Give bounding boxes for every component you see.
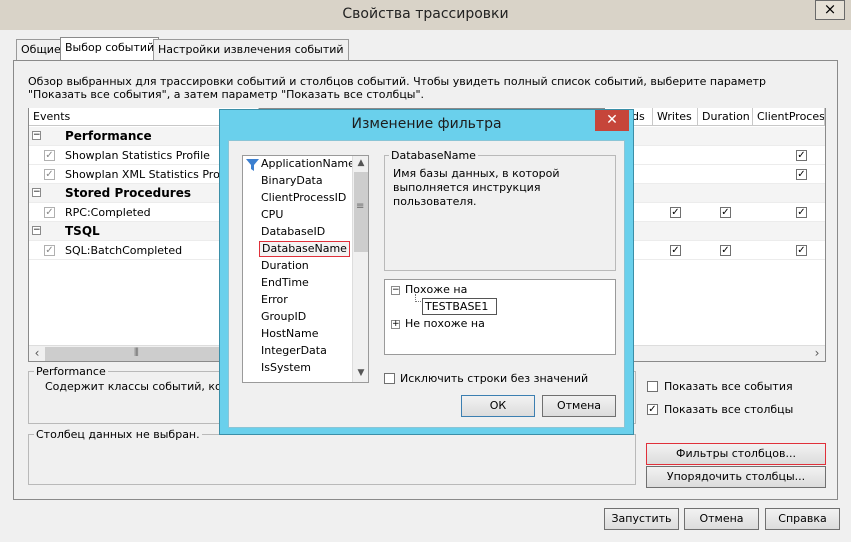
- condition-like-value-input[interactable]: TESTBASE1: [422, 298, 497, 315]
- collapse-icon[interactable]: −: [32, 226, 41, 235]
- tab-event-extraction-settings[interactable]: Настройки извлечения событий: [153, 39, 349, 60]
- tab-events-selection[interactable]: Выбор событий: [60, 37, 160, 61]
- column-item-applicationname[interactable]: ApplicationName: [261, 157, 355, 173]
- category-label: TSQL: [65, 224, 100, 238]
- help-button[interactable]: Справка: [765, 508, 840, 530]
- event-info-text: Содержит классы событий, котор: [45, 380, 242, 393]
- events-description: Обзор выбранных для трассировки событий …: [28, 75, 767, 101]
- column-info-title: Столбец данных не выбран.: [34, 428, 202, 441]
- event-label: Showplan XML Statistics Profile: [65, 168, 237, 181]
- event-label: Showplan Statistics Profile: [65, 149, 210, 162]
- column-item-databasename[interactable]: DatabaseName: [259, 241, 350, 257]
- grip-icon: ⦀: [134, 346, 139, 359]
- scroll-up-icon[interactable]: ▲: [353, 156, 368, 172]
- filter-icon: [246, 159, 259, 171]
- show-all-columns-label: Показать все столбцы: [664, 403, 794, 416]
- tab-general[interactable]: Общие: [16, 39, 66, 60]
- scroll-right-icon[interactable]: ›: [809, 346, 825, 362]
- column-description-title: DatabaseName: [389, 149, 478, 162]
- scrollbar-thumb[interactable]: [354, 172, 368, 252]
- column-item-integerdata[interactable]: IntegerData: [261, 344, 327, 360]
- event-label: RPC:Completed: [65, 206, 151, 219]
- dialog-close-button[interactable]: ✕: [595, 110, 629, 131]
- column-item-issystem[interactable]: IsSystem: [261, 361, 311, 377]
- column-header-writes[interactable]: Writes: [653, 108, 698, 126]
- event-checkbox[interactable]: ✓: [44, 150, 55, 161]
- organize-columns-button[interactable]: Упорядочить столбцы...: [646, 466, 826, 488]
- column-item-binarydata[interactable]: BinaryData: [261, 174, 323, 190]
- clientprocess-checkbox[interactable]: ✓: [796, 245, 807, 256]
- dialog-title: Изменение фильтра: [351, 116, 502, 132]
- window-title: Свойства трассировки: [342, 6, 509, 22]
- clientprocess-checkbox[interactable]: ✓: [796, 169, 807, 180]
- category-label: Stored Procedures: [65, 186, 191, 200]
- event-label: SQL:BatchCompleted: [65, 244, 183, 257]
- show-all-events-checkbox[interactable]: [647, 381, 658, 392]
- collapse-icon[interactable]: −: [32, 131, 41, 140]
- run-button[interactable]: Запустить: [604, 508, 679, 530]
- grip-icon: ≡: [356, 201, 365, 212]
- exclude-empty-label: Исключить строки без значений: [400, 372, 589, 385]
- duration-checkbox[interactable]: ✓: [720, 245, 731, 256]
- column-item-hostname[interactable]: HostName: [261, 327, 319, 343]
- scroll-left-icon[interactable]: ‹: [29, 346, 45, 362]
- column-item-groupid[interactable]: GroupID: [261, 310, 306, 326]
- column-header-clientprocess[interactable]: ClientProcess: [753, 108, 825, 126]
- dialog-body: ApplicationName BinaryData ClientProcess…: [228, 140, 625, 428]
- window-close-button[interactable]: ×: [815, 0, 845, 20]
- column-item-error[interactable]: Error: [261, 293, 288, 309]
- column-item-databaseid[interactable]: DatabaseID: [261, 225, 325, 241]
- column-header-duration[interactable]: Duration: [698, 108, 753, 126]
- column-item-endtime[interactable]: EndTime: [261, 276, 309, 292]
- writes-checkbox[interactable]: ✓: [670, 207, 681, 218]
- duration-checkbox[interactable]: ✓: [720, 207, 731, 218]
- scrollbar-thumb[interactable]: [45, 347, 245, 361]
- column-item-clientprocessid[interactable]: ClientProcessID: [261, 191, 346, 207]
- column-list[interactable]: ApplicationName BinaryData ClientProcess…: [242, 155, 369, 383]
- column-info-group: [28, 434, 636, 485]
- edit-filter-dialog: Изменение фильтра ✕ ApplicationName Bina…: [219, 109, 634, 435]
- event-info-title: Performance: [34, 365, 108, 378]
- column-description-text: Имя базы данных, в которой выполняется и…: [393, 167, 560, 208]
- column-item-cpu[interactable]: CPU: [261, 208, 283, 224]
- dialog-cancel-button[interactable]: Отмена: [542, 395, 616, 417]
- clientprocess-checkbox[interactable]: ✓: [796, 150, 807, 161]
- event-checkbox[interactable]: ✓: [44, 207, 55, 218]
- vertical-scrollbar[interactable]: ▲ ≡ ▼: [352, 156, 368, 382]
- ok-button[interactable]: ОК: [461, 395, 535, 417]
- scroll-down-icon[interactable]: ▼: [353, 366, 368, 382]
- category-label: Performance: [65, 129, 152, 143]
- expand-icon[interactable]: +: [391, 320, 400, 329]
- filter-conditions-tree[interactable]: − Похоже на TESTBASE1 + Не похоже на: [384, 279, 616, 355]
- column-filters-button[interactable]: Фильтры столбцов...: [646, 443, 826, 465]
- event-checkbox[interactable]: ✓: [44, 169, 55, 180]
- cancel-button[interactable]: Отмена: [684, 508, 759, 530]
- show-all-events-label: Показать все события: [664, 380, 793, 393]
- clientprocess-checkbox[interactable]: ✓: [796, 207, 807, 218]
- collapse-icon[interactable]: −: [391, 286, 400, 295]
- collapse-icon[interactable]: −: [32, 188, 41, 197]
- column-item-duration[interactable]: Duration: [261, 259, 309, 275]
- event-checkbox[interactable]: ✓: [44, 245, 55, 256]
- show-all-columns-checkbox[interactable]: ✓: [647, 404, 658, 415]
- condition-not-like-label[interactable]: Не похоже на: [405, 317, 485, 330]
- writes-checkbox[interactable]: ✓: [670, 245, 681, 256]
- exclude-empty-checkbox[interactable]: [384, 373, 395, 384]
